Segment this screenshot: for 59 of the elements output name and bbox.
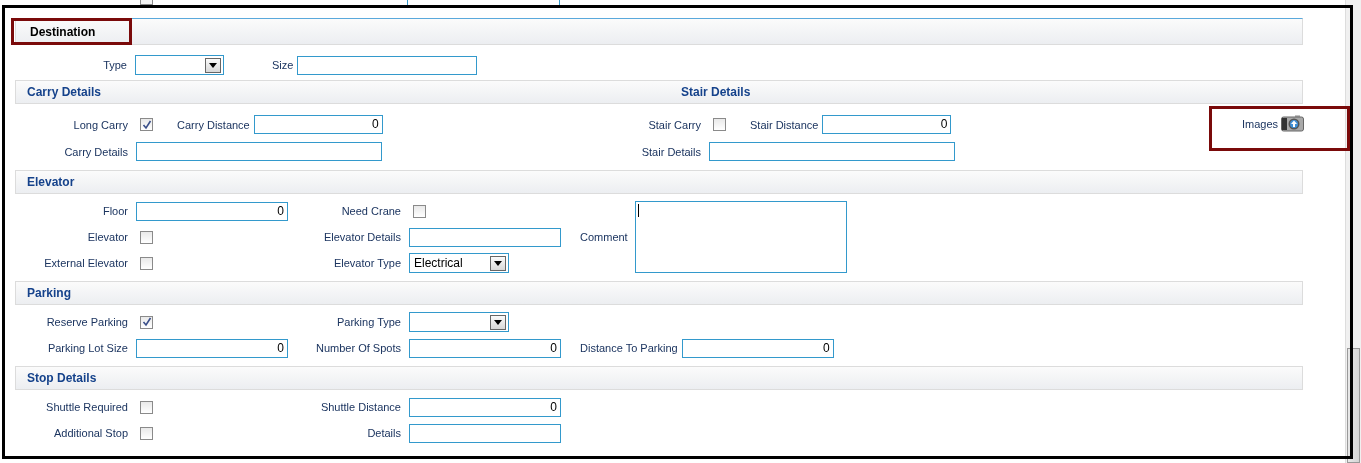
field-label: Carry Details [63, 145, 129, 158]
checkbox[interactable] [140, 315, 153, 329]
number-field[interactable]: 0 [409, 397, 561, 417]
checkbox[interactable] [413, 204, 426, 218]
text-area[interactable] [634, 201, 847, 273]
dropdown[interactable] [409, 312, 509, 332]
field-label: Need Crane [340, 205, 402, 217]
field-label: Stair Distance [750, 118, 819, 131]
section-title: Carry Details [27, 85, 103, 99]
field-label: Reserve Parking [45, 316, 129, 328]
field-label: Elevator Details [322, 231, 402, 243]
field-label: Details [366, 427, 402, 439]
checkbox[interactable] [140, 118, 153, 131]
field-label: External Elevator [43, 257, 129, 269]
number-field[interactable]: 0 [253, 115, 383, 134]
dropdown[interactable]: Electrical [409, 253, 509, 273]
checkbox[interactable] [140, 230, 153, 244]
number-field[interactable]: 0 [136, 201, 288, 221]
field-label: Parking Type [336, 316, 402, 328]
field-label: Parking Lot Size [46, 342, 129, 354]
field-label: Additional Stop [53, 427, 129, 439]
section-title: Parking [27, 286, 71, 300]
field-label: Long Carry [72, 118, 129, 131]
checkbox[interactable] [140, 426, 153, 440]
section-title: Elevator [27, 175, 75, 189]
section-title: Stair Details [681, 85, 751, 99]
caret-icon [490, 255, 506, 271]
field-label: Number Of Spots [315, 342, 402, 354]
images-label: Images [1241, 118, 1278, 130]
field-label: Size [272, 59, 294, 71]
number-field[interactable]: 0 [681, 338, 834, 358]
text-field[interactable] [136, 142, 382, 161]
text-field[interactable] [409, 227, 561, 247]
checkbox[interactable] [713, 118, 726, 131]
caret-icon [490, 314, 506, 330]
camera-icon[interactable] [1281, 115, 1304, 132]
text-field[interactable] [409, 423, 561, 443]
number-field[interactable]: 0 [136, 338, 288, 358]
field-label: Stair Carry [647, 118, 702, 131]
field-label: Shuttle Required [45, 401, 129, 413]
field-label: Shuttle Distance [319, 401, 402, 413]
field-label: Type [102, 59, 128, 71]
field-label: Stair Details [640, 145, 702, 158]
dropdown[interactable] [135, 55, 224, 75]
field-label: Floor [101, 205, 129, 217]
field-label: Distance To Parking [580, 342, 678, 354]
field-label: Comment [580, 231, 628, 243]
number-field[interactable]: 0 [822, 115, 952, 134]
text-field[interactable] [709, 142, 955, 161]
checkbox[interactable] [140, 400, 153, 414]
field-label: Elevator Type [332, 257, 402, 269]
number-field[interactable]: 0 [409, 338, 561, 358]
field-label: Carry Distance [177, 118, 250, 131]
section-title: Stop Details [27, 371, 97, 385]
checkbox[interactable] [140, 256, 153, 270]
field-label: Elevator [86, 231, 129, 243]
section-title: Destination [30, 24, 96, 39]
text-field[interactable] [297, 55, 478, 75]
caret-icon [205, 57, 221, 73]
